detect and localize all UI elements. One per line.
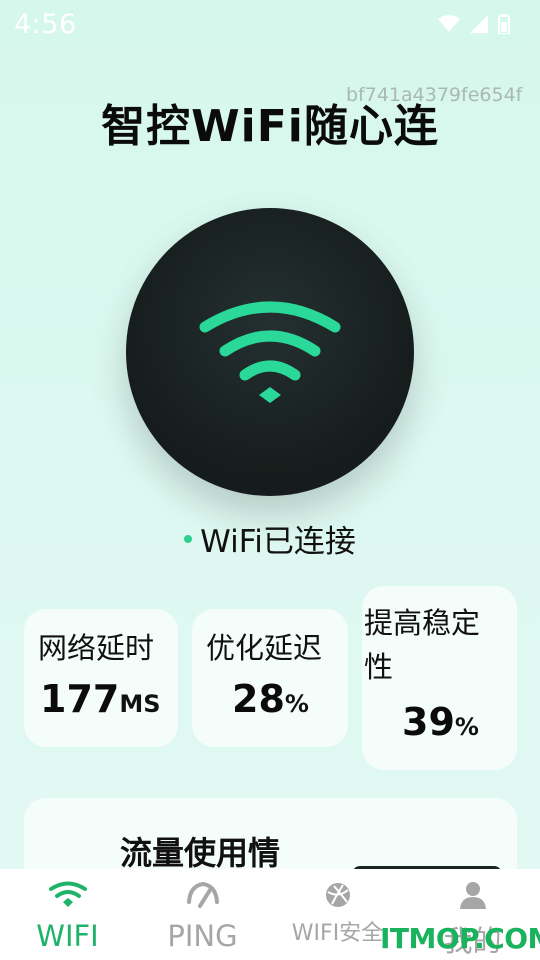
- stat-unit: %: [284, 690, 309, 718]
- cell-signal-icon: [470, 15, 488, 33]
- stat-label-line2: 性: [364, 650, 394, 684]
- wifi-icon: [48, 881, 87, 907]
- wifi-connect-button[interactable]: [126, 208, 414, 496]
- connection-status: WiFi已连接: [0, 516, 540, 561]
- status-time: 4:56: [14, 8, 77, 40]
- traffic-usage-title: 流量使用情: [120, 834, 281, 872]
- person-icon: [459, 881, 486, 909]
- tab-label: PING: [167, 919, 238, 953]
- tab-wifi[interactable]: WIFI: [0, 869, 135, 960]
- tab-label: WIFI: [36, 919, 99, 953]
- stat-value: 39: [402, 700, 455, 744]
- page-title: 智控WiFi随心连: [101, 101, 439, 152]
- stat-unit: MS: [119, 690, 161, 718]
- wifi-signal-icon: [438, 15, 460, 32]
- tab-mine-icon-wrap: [458, 879, 488, 910]
- stat-value-row: 39%: [402, 700, 479, 744]
- stat-value: 28: [232, 677, 285, 721]
- connection-status-text: WiFi已连接: [200, 524, 356, 560]
- tab-security-icon-wrap: [323, 879, 353, 911]
- status-bar: 4:56: [0, 0, 540, 48]
- watermark: ITMOP.COM: [380, 922, 540, 955]
- globe-shield-icon: [325, 883, 350, 907]
- tab-wifi-icon-wrap: [48, 879, 88, 911]
- stat-value-row: 177MS: [40, 677, 161, 721]
- tab-ping[interactable]: PING: [135, 869, 270, 960]
- battery-icon: [498, 14, 510, 34]
- stat-value-row: 28%: [232, 677, 309, 721]
- stat-card-optimize: 优化延迟 28%: [192, 609, 348, 747]
- stat-label: 提高稳定: [364, 606, 481, 640]
- ping-gauge-icon: [186, 881, 219, 908]
- wifi-icon: [199, 301, 341, 403]
- stat-unit: %: [454, 713, 479, 741]
- stat-card-stability: 提高稳定 性 39%: [362, 586, 517, 770]
- stat-value: 177: [40, 677, 120, 721]
- stat-label: 优化延迟: [206, 631, 323, 665]
- tab-label: WIFI安全: [291, 921, 384, 946]
- status-icons: [438, 14, 510, 34]
- stat-label: 网络延时: [38, 631, 155, 665]
- stat-card-latency: 网络延时 177MS: [24, 609, 178, 747]
- tab-ping-icon-wrap: [186, 879, 220, 911]
- status-dot: [184, 534, 193, 543]
